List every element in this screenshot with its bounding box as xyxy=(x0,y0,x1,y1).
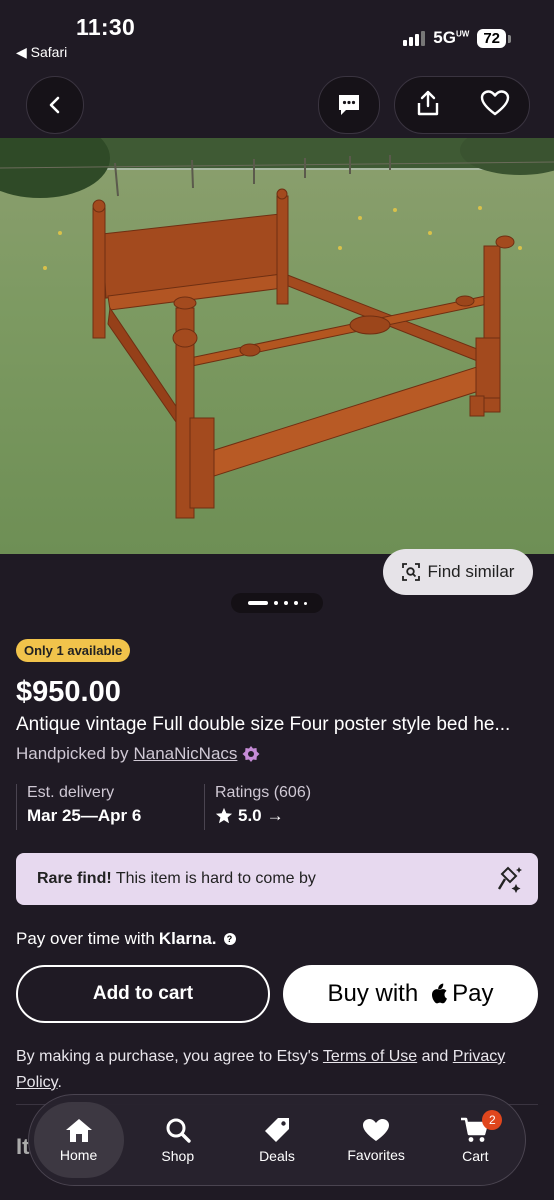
handpicked-prefix: Handpicked by xyxy=(16,744,129,763)
find-similar-button[interactable]: Find similar xyxy=(383,549,533,595)
tab-favorites-label: Favorites xyxy=(347,1147,405,1163)
terms-of-use-link[interactable]: Terms of Use xyxy=(323,1048,417,1065)
back-to-safari[interactable]: ◀ Safari xyxy=(16,44,67,61)
apple-logo-icon xyxy=(432,983,448,1004)
buy-with-label: Buy with xyxy=(327,980,419,1007)
shop-name-link[interactable]: NanaNicNacs xyxy=(133,744,237,764)
back-app-label: Safari xyxy=(30,44,68,60)
star-icon xyxy=(215,807,233,824)
purchase-terms: By making a purchase, you agree to Etsy'… xyxy=(16,1044,546,1096)
tab-shop[interactable]: Shop xyxy=(133,1116,223,1164)
home-icon xyxy=(65,1119,92,1142)
star-seller-badge-icon xyxy=(242,746,260,762)
status-indicators: 5GUW 72 xyxy=(403,28,511,48)
share-favorite-group xyxy=(394,76,530,134)
visual-search-icon xyxy=(401,563,420,581)
heart-outline-icon xyxy=(480,89,510,115)
share-button[interactable] xyxy=(414,89,442,122)
tab-favorites[interactable]: Favorites xyxy=(331,1117,421,1163)
arrow-right-icon: → xyxy=(266,806,284,825)
ratings-summary[interactable]: Ratings (606) 5.0 → xyxy=(204,784,311,830)
klarna-logo: Klarna. xyxy=(158,929,217,948)
search-icon xyxy=(166,1118,191,1143)
battery-indicator: 72 xyxy=(477,28,511,48)
listing-title: Antique vintage Full double size Four po… xyxy=(16,714,511,735)
terms-prefix: By making a purchase, you agree to Etsy'… xyxy=(16,1048,319,1065)
rare-find-banner: Rare find! This item is hard to come by xyxy=(16,853,538,905)
delivery-estimate: Est. delivery Mar 25—Apr 6 xyxy=(16,784,141,830)
tab-shop-label: Shop xyxy=(161,1148,195,1164)
image-pager[interactable] xyxy=(231,593,323,613)
add-to-cart-button[interactable]: Add to cart xyxy=(16,965,270,1023)
info-icon[interactable]: ? xyxy=(223,933,236,945)
klarna-text: Pay over time with xyxy=(16,929,155,948)
back-button[interactable] xyxy=(26,76,84,134)
heart-icon xyxy=(363,1119,390,1141)
rating-value: 5.0 xyxy=(238,806,262,825)
delivery-label: Est. delivery xyxy=(27,784,115,801)
availability-badge: Only 1 available xyxy=(16,639,131,662)
network-label: 5GUW xyxy=(433,28,470,47)
signal-icon xyxy=(403,30,426,46)
status-time: 11:30 xyxy=(76,14,136,40)
terms-end: . xyxy=(57,1074,62,1091)
bed-photo-illustration xyxy=(0,138,554,554)
klarna-info[interactable]: Pay over time with Klarna. ? xyxy=(16,929,236,949)
tab-home-label: Home xyxy=(59,1147,98,1163)
buy-with-apple-pay-button[interactable]: Buy with Pay xyxy=(283,965,538,1023)
bottom-tab-bar: Home Shop Deals Favorites 2 Cart xyxy=(28,1094,526,1186)
ratings-label: Ratings (606) xyxy=(215,784,312,801)
cart-count-badge: 2 xyxy=(482,1110,503,1130)
handpicked-by: Handpicked by NanaNicNacs xyxy=(16,744,260,764)
favorite-button[interactable] xyxy=(480,89,510,122)
price: $950.00 xyxy=(16,676,121,708)
diamond-sparkle-icon xyxy=(497,866,522,893)
tag-icon xyxy=(264,1118,289,1142)
tab-deals-label: Deals xyxy=(259,1148,295,1164)
rare-find-bold: Rare find! xyxy=(37,870,112,887)
tab-cart[interactable]: 2 Cart xyxy=(430,1110,520,1164)
tab-home[interactable]: Home xyxy=(33,1102,124,1178)
message-button[interactable] xyxy=(318,76,380,134)
pay-label: Pay xyxy=(452,980,494,1007)
find-similar-label: Find similar xyxy=(427,562,515,581)
product-image[interactable] xyxy=(0,138,554,554)
terms-and: and xyxy=(421,1048,449,1065)
share-icon xyxy=(417,90,439,115)
delivery-dates: Mar 25—Apr 6 xyxy=(27,806,142,825)
tab-cart-label: Cart xyxy=(462,1148,489,1164)
chat-bubble-icon xyxy=(339,95,359,115)
chevron-left-icon xyxy=(49,96,60,114)
tab-deals[interactable]: Deals xyxy=(232,1116,322,1164)
rare-find-text: This item is hard to come by xyxy=(115,870,316,887)
